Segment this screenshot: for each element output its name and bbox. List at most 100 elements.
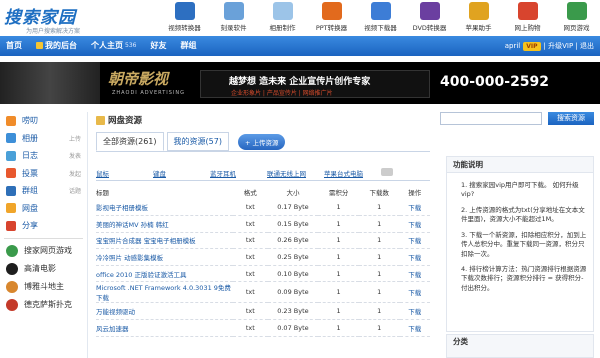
resource-title-link[interactable]: 宝宝照片合成器 宝宝电子相册模板 (96, 237, 196, 245)
tool-icon (468, 2, 489, 20)
ad-banner[interactable]: 朝帝影视 ZHAODI ADVERTISING 越梦想 造未来 企业宣传片创作专… (0, 62, 600, 104)
tool-icon (370, 2, 391, 20)
download-link[interactable]: 下载 (408, 237, 421, 245)
cell-fmt: txt (233, 302, 268, 321)
site-logo[interactable]: 搜索家园 为用户搜索解决方案 (4, 3, 124, 35)
sidebar-app[interactable]: 高清电影 (0, 260, 87, 278)
tool-link[interactable]: 相册制作 (258, 2, 307, 32)
tab-all-resources[interactable]: 全部资源(261) (96, 132, 164, 151)
tab-my-resources[interactable]: 我的资源(57) (166, 132, 229, 151)
tool-link[interactable]: PPT转换器 (307, 2, 356, 32)
cell-fmt: txt (233, 215, 268, 233)
tool-link[interactable]: 刻录软件 (209, 2, 258, 32)
cell-pts: 1 (318, 302, 359, 321)
cell-dl: 1 (358, 319, 400, 337)
logo-slogan: 为用户搜索解决方案 (26, 28, 81, 35)
cell-title: 万能视频驱动 (96, 302, 234, 321)
tool-link[interactable]: 视频下载器 (356, 2, 405, 32)
tool-label: 刻录软件 (220, 24, 247, 32)
tool-link[interactable]: 视频转换器 (160, 2, 209, 32)
help-title: 功能说明 (447, 157, 593, 173)
tool-link[interactable]: DVD转换器 (405, 2, 454, 32)
nav-groups[interactable]: 群组 (180, 40, 196, 51)
category-link[interactable]: 蓝牙耳机 (210, 168, 267, 178)
more-categories-icon[interactable] (381, 168, 393, 176)
nav-home[interactable]: 首页 (6, 40, 22, 51)
download-link[interactable]: 下载 (408, 325, 421, 333)
search-input[interactable] (440, 112, 542, 125)
nav-friends[interactable]: 好友 (150, 40, 166, 51)
tool-label: 苹果助手 (465, 24, 492, 32)
cell-fmt: txt (233, 265, 268, 283)
cell-size: 0.26 Byte (267, 232, 319, 250)
sidebar-app[interactable]: 搜家网页游戏 (0, 242, 87, 260)
sidebar-item-icon (6, 150, 16, 161)
resource-title-link[interactable]: 万能视频驱动 (96, 308, 135, 316)
resource-title-link[interactable]: Microsoft .NET Framework 4.0.3031 9免费下载 (96, 284, 231, 302)
category-link[interactable]: 联通无线上网 (267, 168, 324, 178)
sidebar-divider (4, 237, 83, 239)
sidebar-item-icon (6, 133, 16, 144)
cell-action: 下载 (399, 199, 430, 217)
download-link[interactable]: 下载 (408, 271, 421, 279)
sidebar-item[interactable]: 网盘 (0, 200, 87, 218)
sidebar-app-label: 德克萨斯扑克 (24, 300, 72, 309)
resource-title-link[interactable]: 美丽的神话MV 孙楠 韩红 (96, 221, 169, 229)
sidebar-app[interactable]: 德克萨斯扑克 (0, 296, 87, 314)
sidebar-item[interactable]: 投票 发起 (0, 165, 87, 183)
sidebar-item-label: 相册 (22, 133, 38, 143)
upload-resource-button[interactable]: + 上传资源 (237, 133, 286, 150)
tool-icon (174, 2, 195, 20)
category-link[interactable]: 苹果台式电脑 (324, 168, 381, 178)
column-header: 格式 (243, 189, 257, 197)
sidebar-item[interactable]: 分享 (0, 217, 87, 235)
category-link[interactable]: 键盘 (153, 168, 210, 178)
upgrade-logout-links[interactable]: | 升级VIP | 退出 (544, 41, 594, 51)
resource-title-link[interactable]: 冷冷照片 动感影集模板 (96, 254, 163, 262)
resource-title-link[interactable]: 影视电子相册模板 (96, 204, 148, 212)
username-link[interactable]: april (505, 42, 521, 50)
sidebar-item-action[interactable]: 话题 (69, 186, 81, 195)
tool-link[interactable]: 苹果助手 (454, 2, 503, 32)
category-divider (96, 180, 430, 181)
search-resource-button[interactable]: 搜索资源 (548, 112, 594, 125)
resource-title-link[interactable]: office 2010 正版验证激活工具 (96, 271, 187, 279)
tool-link[interactable]: 网上购物 (503, 2, 552, 32)
download-link[interactable]: 下载 (408, 289, 421, 297)
nav-backend[interactable]: 我的后台 (36, 40, 77, 51)
sidebar-item-action[interactable]: 发起 (69, 169, 81, 178)
nav-backend-label: 我的后台 (45, 41, 77, 50)
resource-title-link[interactable]: 风云加速器 (96, 325, 129, 333)
cell-title: 冷冷照片 动感影集模板 (96, 248, 234, 266)
nav-profile[interactable]: 个人主页 536 (91, 40, 136, 51)
cell-size: 0.15 Byte (267, 215, 319, 233)
cell-dl: 1 (358, 248, 400, 266)
cell-pts: 1 (318, 232, 359, 250)
tool-label: 视频转换器 (168, 24, 201, 32)
sidebar-item-action[interactable]: 发表 (69, 151, 81, 160)
help-item: 2. 上传资源的格式为txt(分享地址在文本文件里面)，资源大小不能超过1M。 (461, 205, 585, 224)
download-link[interactable]: 下载 (408, 221, 421, 229)
column-header: 需积分 (328, 189, 349, 197)
category-links: 鼠标 键盘 蓝牙耳机 联通无线上网 苹果台式电脑 (96, 168, 430, 178)
table-row: 万能视频驱动 txt 0.23 Byte 1 1 下载 (96, 302, 430, 321)
cell-fmt: txt (233, 248, 268, 266)
cell-size: 0.23 Byte (267, 302, 319, 321)
download-link[interactable]: 下载 (408, 204, 421, 212)
sidebar-app[interactable]: 博雅斗地主 (0, 278, 87, 296)
cell-action: 下载 (399, 248, 430, 266)
sidebar-item[interactable]: 日志 发表 (0, 147, 87, 165)
tool-label: 网上购物 (514, 24, 541, 32)
sidebar-item-action[interactable]: 上传 (69, 134, 81, 143)
cell-title: 美丽的神话MV 孙楠 韩红 (96, 215, 234, 233)
sidebar-item[interactable]: 唠叨 (0, 112, 87, 130)
download-link[interactable]: 下载 (408, 308, 421, 316)
banner-title: 朝帝影视 (108, 70, 169, 88)
category-link[interactable]: 鼠标 (96, 168, 153, 178)
tool-icon (272, 2, 293, 20)
sidebar-item[interactable]: 群组 话题 (0, 182, 87, 200)
tool-link[interactable]: 网页游戏 (552, 2, 600, 32)
download-link[interactable]: 下载 (408, 254, 421, 262)
sidebar-item[interactable]: 相册 上传 (0, 130, 87, 148)
cell-fmt: txt (233, 199, 268, 217)
